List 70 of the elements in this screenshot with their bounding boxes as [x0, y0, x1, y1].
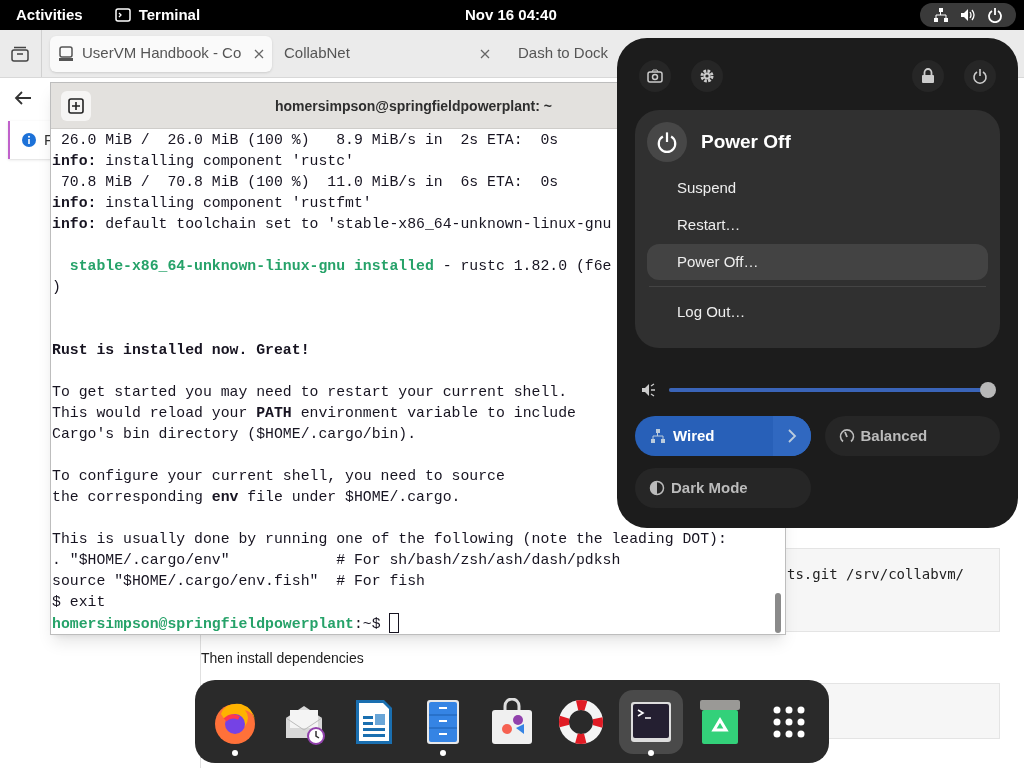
toggle-button[interactable]: Balanced [824, 416, 1000, 456]
new-tab-button[interactable] [61, 90, 91, 121]
terminal-icon [114, 8, 131, 22]
terminal-line: info: default toolchain set to 'stable-x86_64-unknown-linux-gnu [51, 215, 612, 234]
lock-icon [921, 68, 935, 84]
menu-item[interactable]: Restart… [647, 207, 988, 243]
expand-arrow-button[interactable] [772, 416, 811, 456]
menu-title: Power Off [701, 129, 791, 154]
network-icon [649, 428, 667, 444]
toggle-button[interactable]: Dark Mode [635, 468, 811, 508]
plus-icon [68, 97, 84, 114]
toggle-button[interactable]: Wired [635, 416, 811, 456]
life-ring-icon [557, 697, 606, 746]
terminal-line: 70.8 MiB / 70.8 MiB (100 %) 11.0 MiB/s in 6s ETA: 0s [59, 173, 559, 192]
terminal-line: Cargo's bin directory ($HOME/.cargo/bin). [51, 425, 417, 444]
clock[interactable]: Nov 16 04:40 [465, 3, 557, 27]
contrast-icon [649, 480, 665, 496]
terminal-line: 26.0 MiB / 26.0 MiB (100 %) 8.9 MiB/s in 2s ETA: 0s [59, 131, 559, 150]
power-icon [986, 7, 1003, 23]
gauge-icon [838, 428, 855, 444]
terminal-line: info: installing component 'rustc' [51, 152, 354, 171]
menu-item[interactable]: Log Out… [647, 294, 988, 330]
code-text: ts.git /srv/collabvm/ [787, 565, 964, 584]
power-button[interactable] [964, 60, 996, 92]
terminal-line: To get started you may need to restart your current shell. [51, 383, 567, 402]
browser-tab[interactable]: Dash to Dock [502, 35, 614, 72]
activities-button[interactable]: Activities [8, 3, 91, 27]
close-icon[interactable] [254, 48, 264, 59]
power-icon [972, 68, 988, 84]
settings-icon [699, 68, 715, 84]
terminal-icon [628, 699, 673, 744]
terminal-line: To configure your current shell, you need to source [51, 467, 505, 486]
browser-tab[interactable]: CollabNet [276, 35, 498, 72]
terminal-line: source "$HOME/.cargo/env.fish" # For fish [51, 572, 425, 591]
close-icon[interactable] [480, 48, 490, 59]
power-icon [656, 131, 678, 153]
terminal-line: This is usually done by running one of the following (note the leading DOT): [51, 530, 727, 549]
terminal-line: $ exit [51, 593, 106, 612]
terminal-line: homersimpson@springfieldpowerplant:~$ [51, 613, 400, 634]
paragraph: Then install dependencies [201, 649, 364, 668]
info-icon [22, 133, 36, 147]
settings-button[interactable] [691, 60, 723, 92]
tab-overview-icon[interactable] [11, 45, 29, 62]
terminal-line: the corresponding env file under $HOME/.cargo. [51, 488, 461, 507]
chevron-icon [786, 429, 797, 443]
terminal-line: Rust is installed now. Great! [51, 341, 310, 360]
terminal-line: . "$HOME/.cargo/env" # For sh/bash/zsh/ash/dash/pdksh [51, 551, 621, 570]
scrollbar-thumb[interactable] [775, 593, 781, 633]
camera-icon [647, 69, 663, 83]
volume-slider[interactable] [669, 380, 994, 400]
menu-item[interactable]: Suspend [647, 170, 988, 206]
dock-item[interactable] [618, 689, 683, 754]
terminal-line: This would reload your PATH environment variable to include [51, 404, 576, 423]
slider-thumb[interactable] [979, 382, 996, 398]
volume-icon [960, 7, 976, 23]
computer-icon [58, 45, 74, 62]
window-title: homersimpson@springfieldpowerplant: ~ [275, 97, 552, 116]
lock-button[interactable] [912, 60, 944, 92]
terminal-line: ) [51, 278, 61, 297]
volume-muted-icon [641, 382, 657, 398]
network-icon [933, 7, 950, 23]
recycle-bin-icon [697, 697, 742, 746]
terminal-line: info: installing component 'rustfmt' [51, 194, 372, 213]
app-menu[interactable]: Terminal [138, 3, 201, 27]
screenshot-button[interactable] [639, 60, 671, 92]
system-status-area[interactable] [920, 3, 1016, 27]
terminal-line: stable-x86_64-unknown-linux-gnu installed - rustc 1.82.0 (f6e [68, 257, 612, 276]
back-arrow-icon[interactable] [14, 90, 32, 106]
browser-tab[interactable]: UserVM Handbook - Co [50, 35, 272, 72]
menu-item[interactable]: Power Off… [647, 244, 988, 280]
